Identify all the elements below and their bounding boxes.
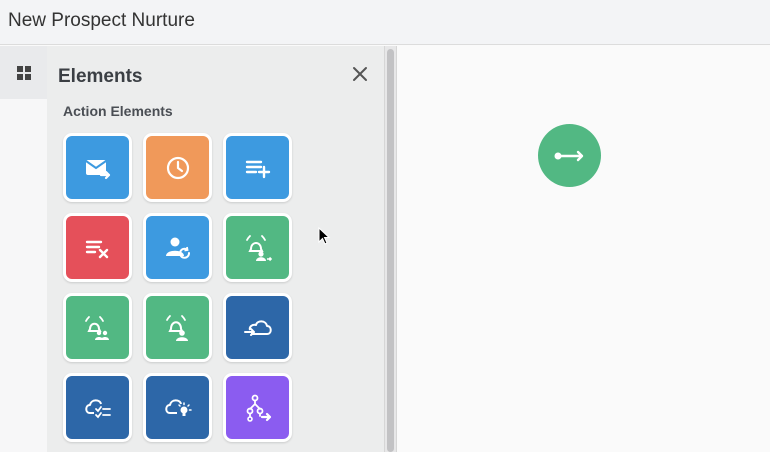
panel-title: Elements bbox=[58, 66, 143, 87]
start-node[interactable] bbox=[538, 124, 601, 187]
close-panel-button[interactable] bbox=[349, 63, 371, 85]
bell-user-icon bbox=[165, 314, 188, 341]
tile-update-contact[interactable] bbox=[143, 213, 212, 282]
clock-icon bbox=[166, 156, 189, 179]
tile-notify-team[interactable] bbox=[63, 293, 132, 362]
page-title: New Prospect Nurture bbox=[8, 10, 195, 31]
tile-notify-user[interactable] bbox=[223, 213, 292, 282]
side-rail bbox=[0, 46, 47, 452]
elements-panel: Elements Action Elements bbox=[47, 46, 384, 452]
panel-scrollbar[interactable] bbox=[384, 46, 397, 452]
tile-wait[interactable] bbox=[143, 133, 212, 202]
grid-icon bbox=[16, 65, 31, 80]
tile-branch-split[interactable] bbox=[223, 373, 292, 442]
tile-cloud-idea[interactable] bbox=[143, 373, 212, 442]
bell-group-icon bbox=[84, 315, 109, 340]
tile-add-to-list[interactable] bbox=[223, 133, 292, 202]
mouse-cursor-icon bbox=[318, 227, 331, 245]
workflow-canvas[interactable] bbox=[398, 46, 770, 452]
bell-user-arrow-icon bbox=[245, 234, 272, 261]
list-add-icon bbox=[245, 160, 270, 178]
branch-arrow-icon bbox=[246, 394, 271, 422]
user-refresh-icon bbox=[165, 237, 190, 259]
cloud-checklist-icon bbox=[84, 398, 111, 418]
tile-remove-from-list[interactable] bbox=[63, 213, 132, 282]
elements-rail-button[interactable] bbox=[0, 46, 47, 99]
header-bar: New Prospect Nurture bbox=[0, 0, 770, 45]
cloud-arrow-icon bbox=[243, 319, 272, 336]
tile-send-email[interactable] bbox=[63, 133, 132, 202]
tile-notify-owner[interactable] bbox=[143, 293, 212, 362]
list-remove-icon bbox=[85, 240, 108, 258]
tile-cloud-sync[interactable] bbox=[223, 293, 292, 362]
scrollbar-thumb[interactable] bbox=[387, 49, 394, 452]
email-send-icon bbox=[84, 159, 110, 179]
cloud-bulb-icon bbox=[164, 398, 192, 416]
section-title: Action Elements bbox=[63, 103, 173, 119]
tile-cloud-task[interactable] bbox=[63, 373, 132, 442]
start-arrow-icon bbox=[554, 150, 583, 161]
close-icon bbox=[353, 67, 367, 81]
